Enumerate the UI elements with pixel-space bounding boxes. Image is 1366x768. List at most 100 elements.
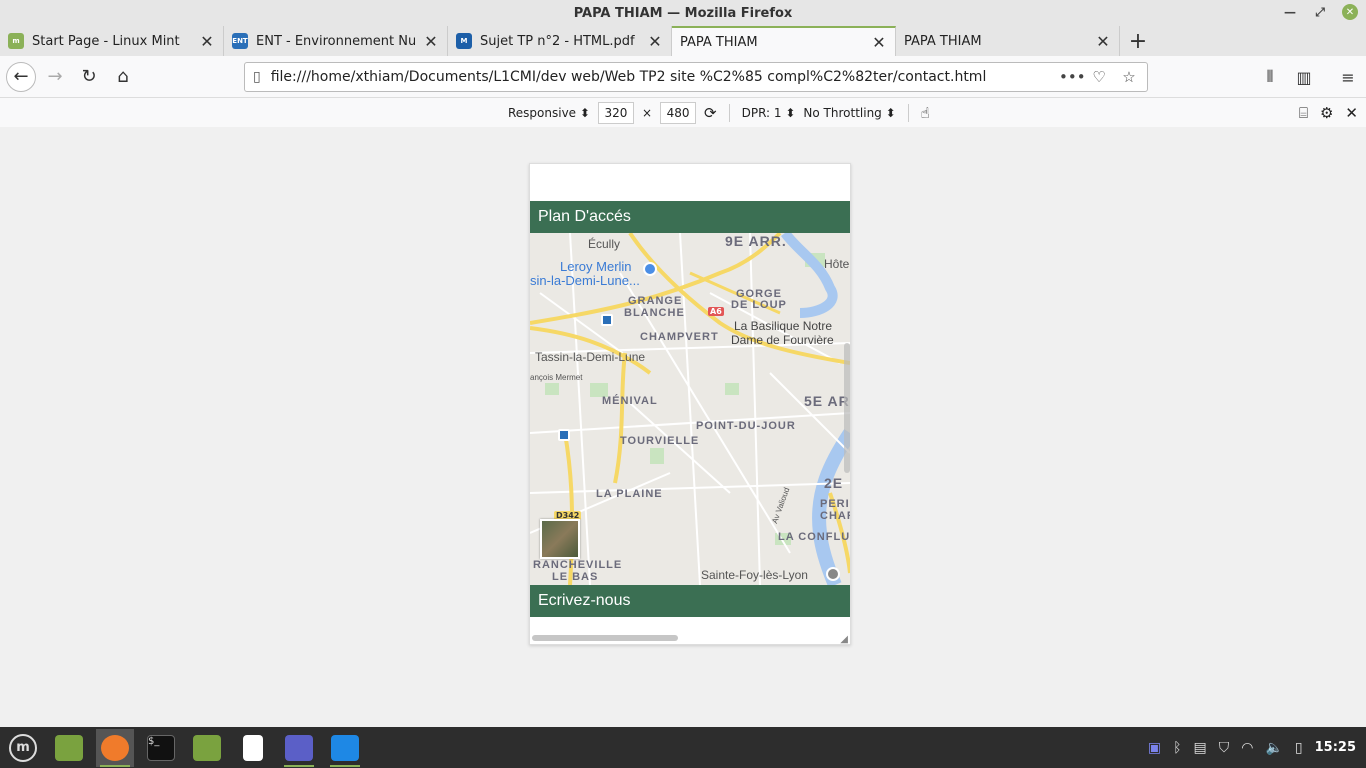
terminal-icon[interactable]: $_: [142, 729, 180, 767]
teams-icon[interactable]: [280, 729, 318, 767]
dpr-select[interactable]: DPR: 1 ⬍: [742, 106, 796, 120]
sidebar-icon[interactable]: ▥: [1294, 68, 1314, 87]
url-text[interactable]: file:///home/xthiam/Documents/L1CMI/dev …: [271, 69, 1049, 85]
map-label: 5E AR: [804, 393, 850, 409]
map-label: ançois Mermet: [530, 373, 583, 382]
clock[interactable]: 15:25: [1315, 740, 1356, 755]
map-label: PERI: [820, 498, 850, 510]
section-heading-ecrivez: Ecrivez-nous: [530, 585, 850, 617]
google-map[interactable]: Écully 9E ARR. Hôte Leroy Merlin sin-la-…: [530, 233, 850, 585]
map-label: LA PLAINE: [596, 488, 663, 500]
divider: [907, 104, 909, 122]
home-button[interactable]: ⌂: [108, 62, 138, 92]
close-tab-icon[interactable]: ✕: [647, 32, 663, 51]
wifi-icon[interactable]: ◠: [1241, 740, 1253, 756]
reload-button[interactable]: ↻: [74, 62, 104, 92]
tab-papa-thiam-active[interactable]: PAPA THIAM ✕: [672, 26, 896, 56]
teams-tray-icon[interactable]: ▣: [1148, 740, 1161, 756]
times-sign: ×: [641, 106, 653, 120]
map-label: Hôte: [824, 257, 850, 271]
viewport-height-input[interactable]: 480: [660, 102, 697, 124]
tab-bar: m Start Page - Linux Mint ✕ ENT ENT - En…: [0, 26, 1366, 56]
tab-ent[interactable]: ENT ENT - Environnement Num ✕: [224, 26, 448, 56]
bookmark-star-icon[interactable]: ☆: [1119, 68, 1139, 86]
menu-icon[interactable]: ≡: [1338, 68, 1358, 87]
volume-icon[interactable]: 🔈: [1265, 740, 1282, 756]
moodle-icon: M: [456, 33, 472, 49]
maximize-icon[interactable]: ⤢: [1312, 4, 1328, 20]
library-icon[interactable]: ⫴: [1260, 67, 1280, 87]
map-pin-icon[interactable]: [643, 262, 657, 276]
header-spacer: [530, 164, 850, 201]
rotate-icon[interactable]: ⟳: [704, 104, 717, 122]
map-label: Leroy Merlin: [560, 259, 632, 274]
show-desktop-icon[interactable]: [50, 729, 88, 767]
device-select[interactable]: Responsive ⬍: [508, 106, 590, 120]
map-scrollbar[interactable]: [844, 343, 850, 473]
divider: [728, 104, 730, 122]
files-icon[interactable]: [188, 729, 226, 767]
map-label: 2E: [824, 475, 844, 491]
linux-mint-icon: m: [8, 33, 24, 49]
back-button[interactable]: ←: [6, 61, 36, 92]
system-tray: ▣ ᛒ ▤ ⛉ ◠ 🔈 ▯ 15:25: [1148, 727, 1356, 768]
close-tab-icon[interactable]: ✕: [423, 32, 439, 51]
map-label: 9E ARR.: [725, 233, 787, 249]
resize-handle-icon[interactable]: ◢: [840, 634, 848, 644]
window-titlebar: PAPA THIAM — Mozilla Firefox — ⤢ ✕: [0, 0, 1366, 26]
close-tab-icon[interactable]: ✕: [871, 33, 887, 52]
responsive-design-toolbar: Responsive ⬍ 320 × 480 ⟳ DPR: 1 ⬍ No Thr…: [0, 98, 1366, 128]
map-label: LE BAS: [552, 571, 599, 583]
map-label: GRANGE: [628, 295, 683, 307]
page-info-icon[interactable]: ▯: [253, 69, 261, 85]
tab-start-page[interactable]: m Start Page - Linux Mint ✕: [0, 26, 224, 56]
map-label: La Basilique Notre: [734, 319, 833, 333]
screenshot-icon[interactable]: ⌸: [1299, 104, 1308, 122]
content-area: Plan D'accés Écully 9E ARR. Hôte Leroy M…: [0, 127, 1366, 727]
transit-icon[interactable]: [601, 314, 613, 326]
tab-papa-thiam[interactable]: PAPA THIAM ✕: [896, 26, 1120, 56]
close-tab-icon[interactable]: ✕: [1095, 32, 1111, 51]
shield-icon[interactable]: ⛉: [1219, 740, 1230, 756]
map-label: CHAR: [820, 510, 850, 522]
map-label: Tassin-la-Demi-Lune: [535, 350, 646, 364]
settings-gear-icon[interactable]: ⚙: [1320, 104, 1333, 122]
close-rdm-icon[interactable]: ✕: [1345, 104, 1358, 122]
viewport-width-input[interactable]: 320: [597, 102, 634, 124]
url-bar[interactable]: ▯ file:///home/xthiam/Documents/L1CMI/de…: [244, 62, 1148, 92]
close-tab-icon[interactable]: ✕: [199, 32, 215, 51]
close-window-icon[interactable]: ✕: [1342, 4, 1358, 20]
minimize-icon[interactable]: —: [1282, 4, 1298, 20]
section-heading-plan: Plan D'accés: [530, 201, 850, 233]
tab-label: Sujet TP n°2 - HTML.pdf: [480, 33, 635, 49]
page-actions-icon[interactable]: •••: [1059, 68, 1086, 86]
map-label: TOURVIELLE: [620, 435, 700, 447]
firefox-icon[interactable]: [96, 728, 134, 767]
tab-label: PAPA THIAM: [680, 34, 758, 50]
new-tab-button[interactable]: +: [1124, 26, 1152, 56]
forward-button[interactable]: →: [40, 62, 70, 92]
tab-sujet-pdf[interactable]: M Sujet TP n°2 - HTML.pdf ✕: [448, 26, 672, 56]
map-label: sin-la-Demi-Lune...: [530, 273, 640, 288]
touch-simulation-icon[interactable]: ☝: [921, 104, 930, 122]
horizontal-scrollbar[interactable]: [532, 635, 678, 641]
map-label: DE LOUP: [731, 299, 787, 311]
map-label: BLANCHE: [624, 307, 685, 319]
clipboard-icon[interactable]: ▤: [1194, 740, 1207, 756]
vscode-icon[interactable]: [326, 729, 364, 767]
bluetooth-icon[interactable]: ᛒ: [1173, 740, 1181, 756]
road-badge: A6: [708, 307, 724, 316]
map-label: MÉNIVAL: [602, 395, 658, 407]
throttling-select[interactable]: No Throttling ⬍: [803, 106, 895, 120]
satellite-view-toggle[interactable]: [540, 519, 580, 559]
battery-icon[interactable]: ▯: [1295, 740, 1303, 756]
responsive-viewport: Plan D'accés Écully 9E ARR. Hôte Leroy M…: [529, 163, 851, 645]
map-label: Sainte-Foy-lès-Lyon: [701, 568, 808, 582]
pocket-icon[interactable]: ♡: [1089, 68, 1109, 86]
text-editor-icon[interactable]: [234, 729, 272, 767]
map-label: Écully: [588, 237, 621, 251]
tab-label: ENT - Environnement Num: [256, 33, 415, 49]
toolbar-right: ⫴ ▥ ≡: [1260, 62, 1358, 92]
mint-menu-icon[interactable]: m: [4, 729, 42, 767]
transit-icon[interactable]: [558, 429, 570, 441]
